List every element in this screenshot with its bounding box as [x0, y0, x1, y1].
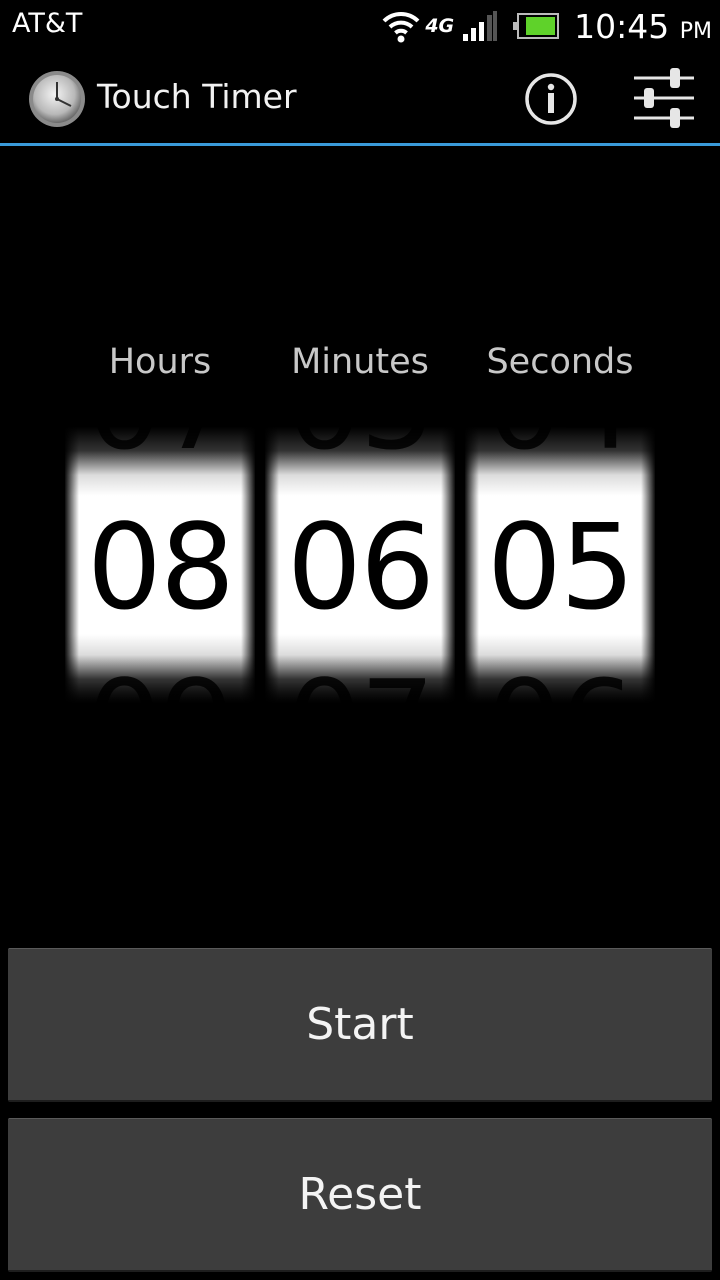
battery-icon [513, 13, 560, 39]
settings-sliders-icon[interactable] [632, 66, 696, 130]
minutes-drum[interactable]: 05 06 07 [265, 392, 455, 738]
status-time: 10:45 [574, 6, 670, 46]
app-clock-icon [29, 71, 85, 127]
seconds-label: Seconds [486, 342, 634, 382]
status-clock: 10:45 PM [574, 7, 712, 46]
drum-fade-bottom [265, 682, 455, 738]
drum-fade-bottom [65, 682, 255, 738]
drum-fade-bottom [465, 682, 655, 738]
hours-label: Hours [108, 342, 212, 382]
network-4g-icon: 4G [425, 15, 455, 37]
status-ampm: PM [679, 18, 712, 44]
status-bar: AT&T 4G 10:45 PM [0, 0, 720, 50]
wifi-icon [382, 11, 420, 43]
picker-labels: Hours Minutes Seconds [0, 342, 720, 388]
status-icons: 4G 10:45 PM [381, 5, 712, 47]
hours-value: 08 [86, 498, 235, 636]
app-title: Touch Timer [97, 77, 297, 116]
info-icon[interactable] [524, 72, 578, 126]
seconds-value: 05 [486, 498, 635, 636]
hours-drum[interactable]: 07 08 09 [65, 392, 255, 738]
carrier-label: AT&T [12, 8, 83, 39]
drum-fade-top [65, 392, 255, 422]
signal-icon [463, 11, 498, 41]
minutes-label: Minutes [291, 342, 429, 382]
action-bar: Touch Timer [0, 50, 720, 146]
drum-fade-top [265, 392, 455, 422]
time-picker: 07 08 09 05 06 07 04 05 06 [60, 392, 656, 738]
minutes-value: 06 [286, 498, 435, 636]
action-bar-divider [0, 143, 720, 146]
seconds-drum[interactable]: 04 05 06 [465, 392, 655, 738]
drum-fade-top [465, 392, 655, 422]
start-button[interactable]: Start [8, 948, 712, 1102]
reset-button[interactable]: Reset [8, 1118, 712, 1272]
